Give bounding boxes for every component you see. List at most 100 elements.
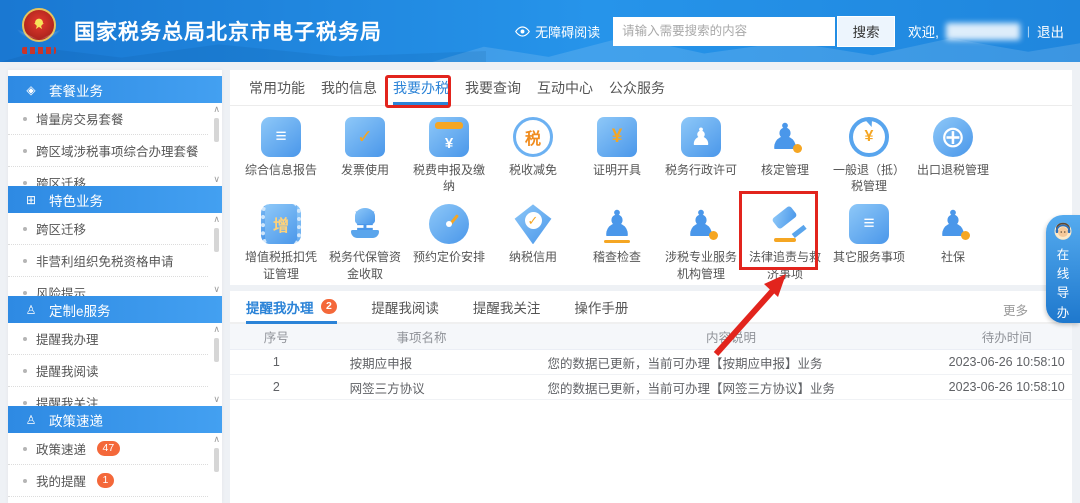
count-badge: 2 (321, 299, 338, 314)
tile-icon-glyph: ✓ (528, 213, 539, 229)
accessibility-toggle[interactable]: 无障碍阅读 (515, 22, 600, 41)
sidebar-item[interactable]: 非营利组织免税资格申请 (8, 245, 208, 277)
sidebar-item[interactable]: 我的待办 (8, 497, 208, 503)
tab-常用功能[interactable]: 常用功能 (248, 70, 306, 105)
sidebar-section-items: 提醒我办理提醒我阅读提醒我关注 ∧ ∨ (8, 323, 222, 406)
tile-法律追责与救济事项[interactable]: 法律追责与救济事项 (743, 204, 827, 281)
sidebar-section-header[interactable]: ◈ 套餐业务 (8, 76, 222, 103)
sidebar-section-header[interactable]: ♙政策速递 (8, 406, 222, 433)
tile-预约定价安排[interactable]: 预约定价安排 (407, 204, 491, 281)
count-badge: 47 (97, 441, 120, 456)
tile-社保[interactable]: ♟社保 (911, 204, 995, 281)
sidebar-item[interactable]: 跨区迁移 (8, 167, 208, 186)
tile-涉税专业服务机构管理[interactable]: ♟涉税专业服务机构管理 (659, 204, 743, 281)
chevron-up-icon[interactable]: ∧ (213, 214, 220, 225)
user-icon: ♙ (23, 414, 39, 426)
table-row[interactable]: 1按期应申报您的数据已更新，当前可办理【按期应申报】业务2023-06-26 1… (230, 350, 1072, 375)
tile-label: 证明开具 (575, 162, 659, 178)
tile-税务行政许可[interactable]: ♟税务行政许可 (659, 117, 743, 194)
tile-一般退（抵）税管理[interactable]: ¥一般退（抵）税管理 (827, 117, 911, 194)
sidebar-item[interactable]: 提醒我办理 (8, 323, 208, 355)
more-link[interactable]: 更多 (1003, 300, 1028, 319)
online-guide-float-button[interactable]: 在线导办 (1046, 215, 1080, 323)
tile-综合信息报告[interactable]: ≡综合信息报告 (239, 117, 323, 194)
tile-纳税信用[interactable]: ✓ 纳税信用 (491, 204, 575, 281)
chevron-down-icon[interactable]: ∨ (213, 284, 220, 295)
sidebar-section-header[interactable]: ⊞特色业务 (8, 186, 222, 213)
scrollbar-thumb[interactable] (214, 338, 219, 362)
tile-label: 税收减免 (491, 162, 575, 178)
gavel-icon (765, 204, 805, 244)
chevron-down-icon[interactable]: ∨ (213, 174, 220, 185)
person-gear-icon: ♟ (933, 204, 973, 244)
reminder-tab-提醒我办理[interactable]: 提醒我办理2 (246, 291, 337, 322)
tile-出口退税管理[interactable]: ⊕出口退税管理 (911, 117, 995, 194)
tab-公众服务[interactable]: 公众服务 (608, 70, 666, 105)
col-header-seq: 序号 (230, 327, 323, 346)
chevron-up-icon[interactable]: ∧ (213, 324, 220, 335)
logout-link[interactable]: 退出 (1037, 21, 1064, 41)
tile-label: 核定管理 (743, 162, 827, 178)
reminder-tab-label: 操作手册 (574, 297, 628, 317)
tile-税费申报及缴纳[interactable]: ¥税费申报及缴纳 (407, 117, 491, 194)
tab-我要办税[interactable]: 我要办税 (392, 70, 450, 105)
clipboard-icon: ≡ (849, 204, 889, 244)
reminder-tab-操作手册[interactable]: 操作手册 (574, 291, 628, 322)
sidebar-item[interactable]: 提醒我阅读 (8, 355, 208, 387)
bullet-icon (23, 447, 27, 451)
reminder-tab-提醒我关注[interactable]: 提醒我关注 (473, 291, 541, 322)
chevron-up-icon[interactable]: ∧ (213, 104, 220, 115)
sidebar-section-label: 套餐业务 (49, 80, 103, 100)
sidebar-item[interactable]: 我的提醒1 (8, 465, 208, 497)
tab-我的信息[interactable]: 我的信息 (320, 70, 378, 105)
tile-稽查检查[interactable]: ♟稽查检查 (575, 204, 659, 281)
tile-税务代保管资金收取[interactable]: ¥税务代保管资金收取 (323, 204, 407, 281)
sidebar-section-header[interactable]: ♙定制e服务 (8, 296, 222, 323)
bullet-icon (23, 479, 27, 483)
sidebar-item-label: 跨区迁移 (36, 219, 86, 238)
tile-icon-glyph: 增 (273, 212, 289, 236)
cell-seq: 1 (230, 355, 323, 369)
tile-label: 综合信息报告 (239, 162, 323, 178)
bullet-icon (23, 181, 27, 185)
sidebar-item[interactable]: 跨区迁移 (8, 213, 208, 245)
scrollbar-thumb[interactable] (214, 228, 219, 252)
scrollbar-thumb[interactable] (214, 448, 219, 472)
tab-互动中心[interactable]: 互动中心 (536, 70, 594, 105)
tile-icon-glyph: ♟ (601, 203, 633, 245)
sidebar-item[interactable]: 风险提示 (8, 277, 208, 296)
tile-税收减免[interactable]: 税税收减免 (491, 117, 575, 194)
tile-label: 纳税信用 (491, 249, 575, 265)
tile-label: 法律追责与救济事项 (743, 249, 827, 281)
search-button[interactable]: 搜索 (837, 16, 895, 47)
tile-核定管理[interactable]: ♟核定管理 (743, 117, 827, 194)
sidebar-item[interactable]: 增量房交易套餐 (8, 103, 208, 135)
chevron-up-icon[interactable]: ∧ (213, 434, 220, 445)
sidebar-item[interactable]: 跨区域涉税事项综合办理套餐 (8, 135, 208, 167)
refresh-yen-icon: ¥ (849, 117, 889, 157)
emblem-logo: ★ (16, 6, 62, 56)
sidebar-item[interactable]: 提醒我关注 (8, 387, 208, 406)
tile-icon-glyph: ♟ (937, 203, 969, 245)
reminder-tab-提醒我阅读[interactable]: 提醒我阅读 (371, 291, 439, 322)
cell-desc: 您的数据已更新，当前可办理【网签三方协议】业务 (520, 378, 941, 397)
bullet-icon (23, 117, 27, 121)
layers-icon: ◈ (23, 84, 39, 96)
table-row[interactable]: 2网签三方协议您的数据已更新，当前可办理【网签三方协议】业务2023-06-26… (230, 375, 1072, 400)
card-person-icon: ♟ (681, 117, 721, 157)
cell-desc: 您的数据已更新，当前可办理【按期应申报】业务 (520, 353, 941, 372)
tile-证明开具[interactable]: ¥证明开具 (575, 117, 659, 194)
tile-发票使用[interactable]: ✓发票使用 (323, 117, 407, 194)
scrollbar-thumb[interactable] (214, 118, 219, 142)
sidebar-section: ♙定制e服务提醒我办理提醒我阅读提醒我关注 ∧ ∨ (8, 296, 222, 406)
tab-我要查询[interactable]: 我要查询 (464, 70, 522, 105)
chevron-down-icon[interactable]: ∨ (213, 394, 220, 405)
person-gear-icon: ♟ (681, 204, 721, 244)
sidebar-item-label: 风险提示 (36, 283, 86, 296)
bullet-icon (23, 401, 27, 405)
sidebar-item[interactable]: 政策速递47 (8, 433, 208, 465)
cell-time: 2023-06-26 10:58:10 (941, 380, 1072, 394)
tile-增值税抵扣凭证管理[interactable]: 增增值税抵扣凭证管理 (239, 204, 323, 281)
sidebar-item-label: 提醒我阅读 (36, 361, 99, 380)
tile-其它服务事项[interactable]: ≡其它服务事项 (827, 204, 911, 281)
